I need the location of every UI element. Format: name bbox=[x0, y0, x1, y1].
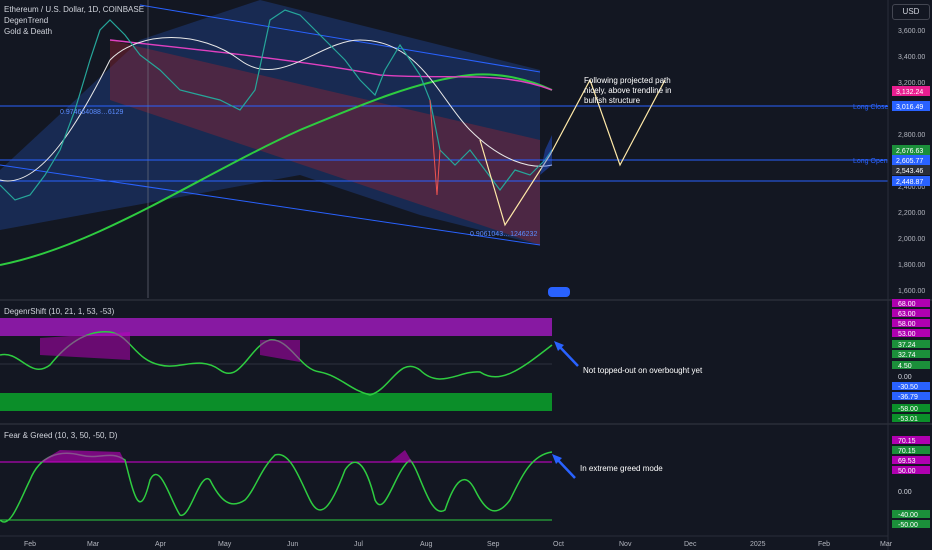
chart-canvas[interactable]: 3,600.00 3,400.00 3,200.00 2,800.00 2,40… bbox=[0, 0, 932, 550]
price-tick: 3,400.00 bbox=[898, 54, 925, 61]
time-tick: Jun bbox=[287, 541, 298, 548]
time-tick: Feb bbox=[24, 541, 36, 548]
fg-tag: 50.00 bbox=[898, 468, 916, 475]
degen-tag: 4.50 bbox=[898, 363, 912, 370]
long-close-label: Long Close bbox=[853, 104, 889, 111]
time-tick: Mar bbox=[87, 541, 100, 548]
fg-tag: 70.15 bbox=[898, 448, 916, 455]
fib-label-top: 0.974664088…6129 bbox=[60, 109, 124, 116]
fib-label-bottom: 0.9061043…1246232 bbox=[470, 231, 537, 238]
degen-tag: -53.01 bbox=[898, 416, 918, 423]
degen-tag: -30.50 bbox=[898, 384, 918, 391]
long-open-label: Long Open bbox=[853, 158, 888, 165]
overbought-annotation: Not topped-out on overbought yet bbox=[583, 366, 703, 375]
degen-tag: 53.00 bbox=[898, 331, 916, 338]
overbought-band bbox=[0, 318, 552, 336]
indicator-legend-1[interactable]: Gold & Death bbox=[4, 26, 144, 37]
degen-tag: 68.00 bbox=[898, 301, 916, 308]
flag-icon[interactable] bbox=[548, 287, 570, 297]
degen-tag: 32.74 bbox=[898, 352, 916, 359]
degen-tag: 37.24 bbox=[898, 342, 916, 349]
price-tick: 1,600.00 bbox=[898, 288, 925, 295]
price-tag: 3,132.24 bbox=[896, 89, 923, 96]
price-tag: 2,448.87 bbox=[896, 179, 923, 186]
time-tick: Jul bbox=[354, 541, 363, 548]
currency-button[interactable]: USD bbox=[892, 4, 930, 20]
greed-zone-fill bbox=[40, 450, 125, 462]
time-tick: Dec bbox=[684, 541, 697, 548]
fg-tag: 70.15 bbox=[898, 438, 916, 445]
degen-tag: -58.00 bbox=[898, 406, 918, 413]
time-tick: 2025 bbox=[750, 541, 766, 548]
degenshift-legend[interactable]: DegenrShift (10, 21, 1, 53, -53) bbox=[4, 306, 114, 317]
degen-tag: 63.00 bbox=[898, 311, 916, 318]
greed-zone-fill bbox=[390, 450, 412, 462]
price-tag: 2,543.46 bbox=[896, 168, 923, 175]
degen-tag: 0.00 bbox=[898, 374, 912, 381]
price-tag: 2,676.63 bbox=[896, 148, 923, 155]
symbol-title[interactable]: Ethereum / U.S. Dollar, 1D, COINBASE bbox=[4, 4, 144, 15]
price-tag: 3,016.49 bbox=[896, 104, 923, 111]
indicator-legend-0[interactable]: DegenTrend bbox=[4, 15, 144, 26]
time-tick: Nov bbox=[619, 541, 632, 548]
oversold-band bbox=[0, 393, 552, 411]
price-tick: 3,200.00 bbox=[898, 80, 925, 87]
time-tick: Feb bbox=[818, 541, 830, 548]
fg-tag: 0.00 bbox=[898, 489, 912, 496]
fg-axis-tags: 70.15 70.15 69.53 50.00 0.00 -40.00 -50.… bbox=[892, 436, 930, 529]
fear-greed-legend[interactable]: Fear & Greed (10, 3, 50, -50, D) bbox=[4, 430, 117, 441]
price-tick: 1,800.00 bbox=[898, 262, 925, 269]
price-tick: 2,200.00 bbox=[898, 210, 925, 217]
time-tick: Oct bbox=[553, 541, 564, 548]
fg-tag: -40.00 bbox=[898, 512, 918, 519]
degen-axis-tags: 68.00 63.00 58.00 53.00 37.24 32.74 4.50… bbox=[892, 299, 930, 423]
time-tick: May bbox=[218, 541, 232, 548]
degenshift-hist bbox=[260, 340, 300, 362]
projection-annotation: Following projected path nicely, above t… bbox=[584, 76, 672, 105]
projection-wedge bbox=[540, 135, 552, 175]
price-tick: 2,000.00 bbox=[898, 236, 925, 243]
degenshift-hist bbox=[40, 332, 130, 360]
time-tick: Apr bbox=[155, 541, 167, 548]
price-tag: 2,605.77 bbox=[896, 158, 923, 165]
fg-tag: 69.53 bbox=[898, 458, 916, 465]
price-tick: 2,800.00 bbox=[898, 132, 925, 139]
chart-legend[interactable]: Ethereum / U.S. Dollar, 1D, COINBASE Deg… bbox=[4, 4, 144, 37]
price-tick: 3,600.00 bbox=[898, 28, 925, 35]
time-tick: Sep bbox=[487, 541, 500, 548]
degen-tag: 58.00 bbox=[898, 321, 916, 328]
time-tick: Aug bbox=[420, 541, 433, 548]
time-tick: Mar bbox=[880, 541, 893, 548]
degen-tag: -36.79 bbox=[898, 394, 918, 401]
arrow-overbought bbox=[557, 344, 579, 367]
greed-annotation: In extreme greed mode bbox=[580, 464, 663, 473]
fg-tag: -50.00 bbox=[898, 522, 918, 529]
